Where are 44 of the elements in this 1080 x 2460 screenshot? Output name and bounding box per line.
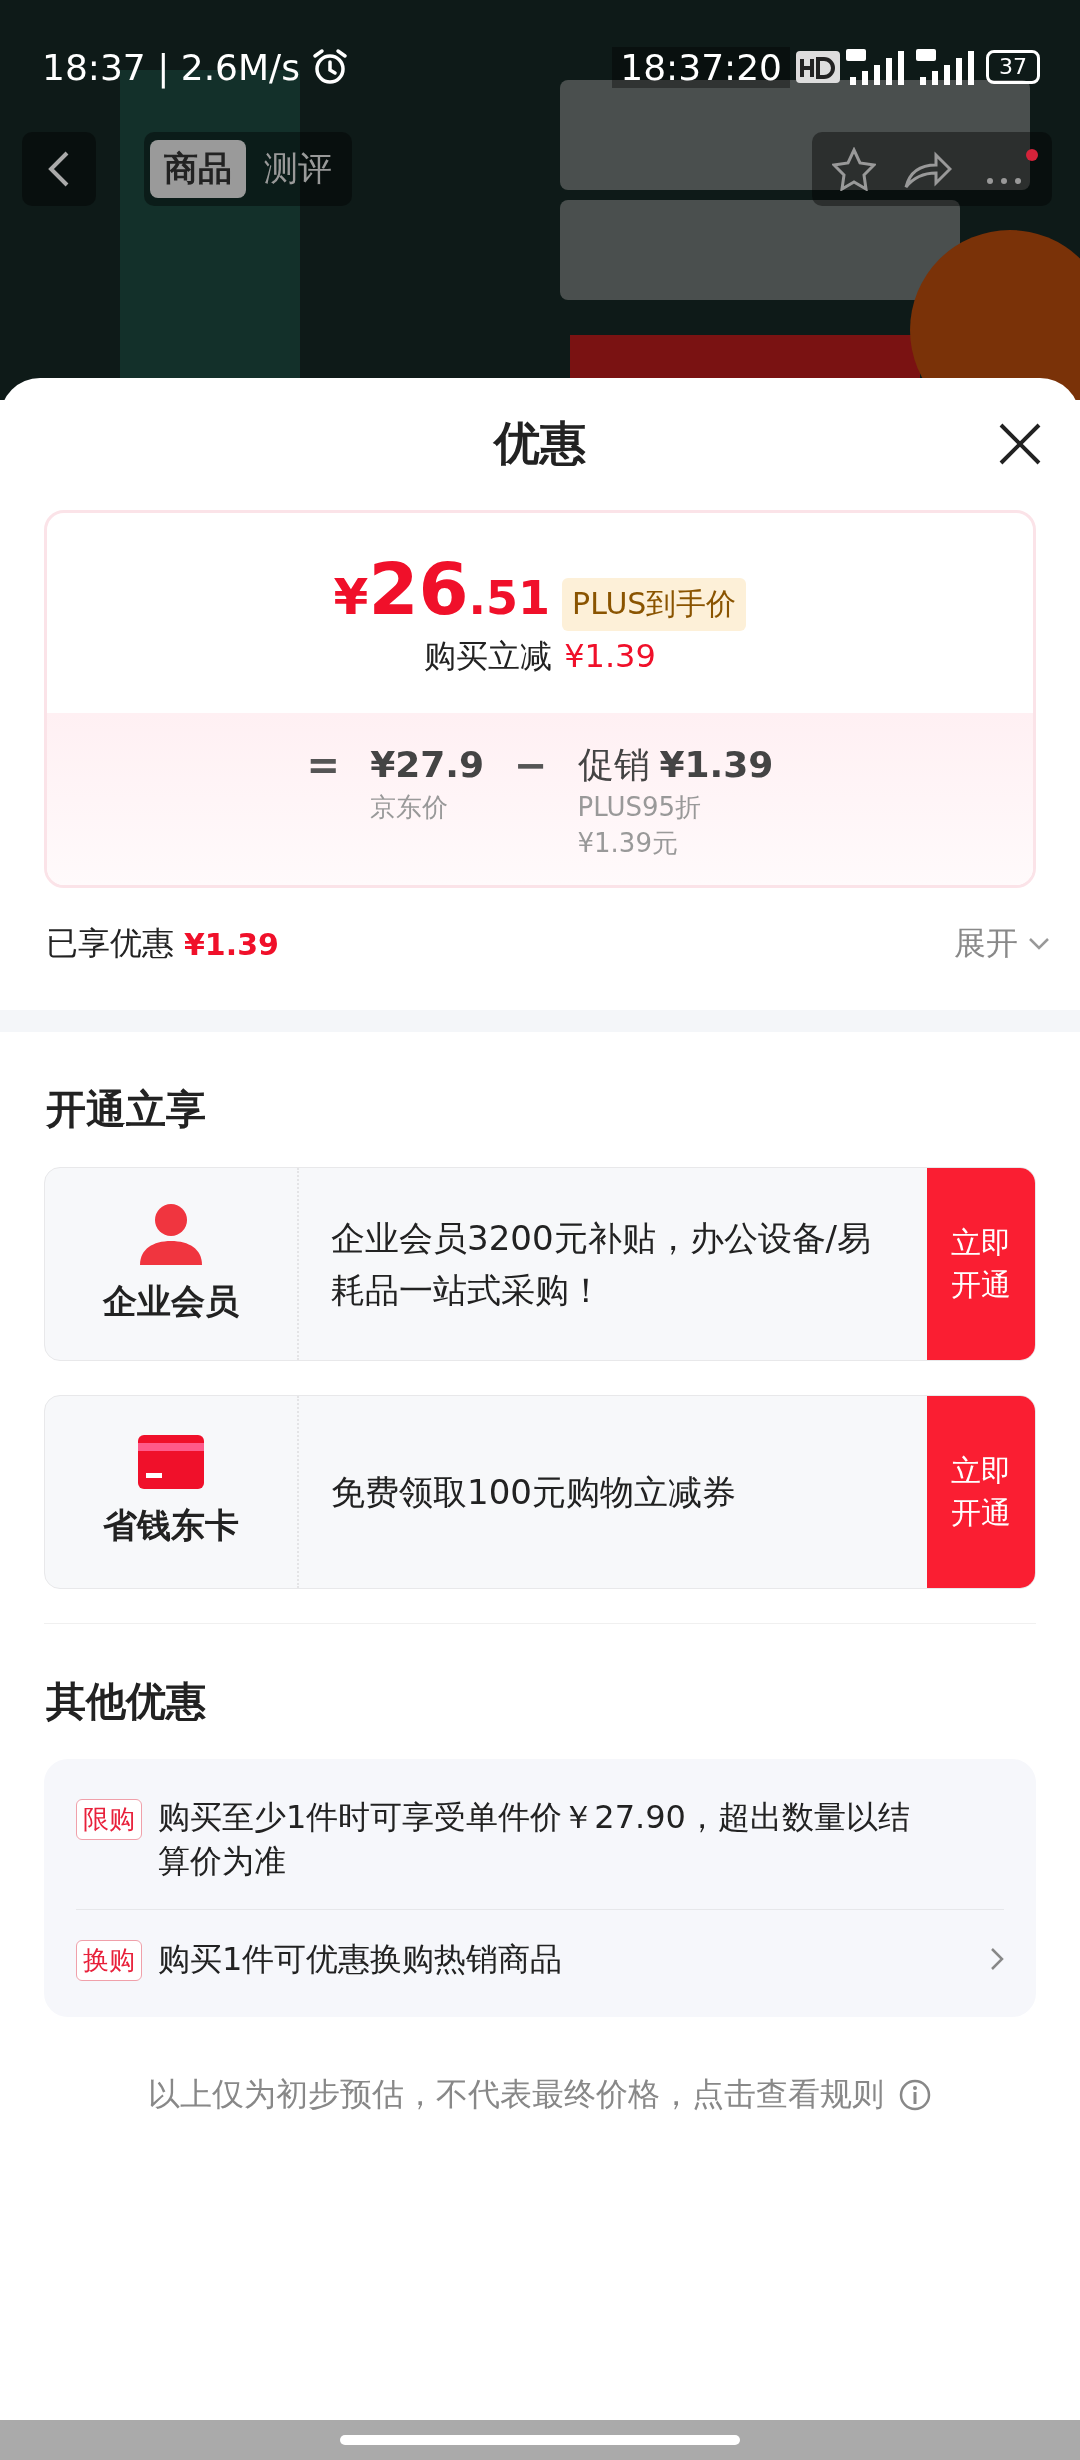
offer-tag: 限购 [76, 1799, 142, 1840]
breakdown-note: PLUS95折 [577, 791, 702, 824]
membership-name: 省钱东卡 [103, 1504, 239, 1547]
instant-discount-amount: ¥1.39 [564, 637, 656, 675]
operator-sign: − [514, 741, 548, 789]
hd-icon [796, 51, 840, 83]
person-icon [138, 1203, 204, 1265]
section-title: 开通立享 [45, 1085, 207, 1134]
clock-time: 18:37:20 [612, 46, 790, 88]
chevron-right-icon[interactable] [990, 1946, 1004, 1971]
section-title: 其他优惠 [45, 1677, 207, 1726]
instant-discount-label: 购买立减 [424, 636, 553, 677]
battery-indicator: 37 [986, 50, 1040, 84]
back-icon [47, 149, 71, 189]
operator-sign: = [306, 741, 341, 789]
final-price: ¥26.51 [333, 547, 551, 631]
tab[interactable]: 商品 [150, 140, 246, 198]
breakdown-note: 京东价 [370, 791, 450, 824]
close-icon[interactable] [998, 422, 1042, 466]
offer-tag: 换购 [76, 1940, 142, 1981]
breakdown-label: 促销 [577, 743, 650, 787]
chevron-icon [1028, 937, 1050, 951]
enjoyed-amount: ¥1.39 [184, 926, 279, 962]
breakdown-note: ¥1.39元 [577, 827, 679, 860]
info-icon[interactable] [898, 2078, 932, 2112]
tab[interactable]: 测评 [250, 140, 346, 198]
activate-button[interactable]: 立即开通 [927, 1168, 1035, 1360]
offer-text[interactable]: 购买1件可优惠换购热销商品 [158, 1936, 974, 1981]
star-icon[interactable] [832, 147, 876, 191]
breakdown-amount: ¥27.9 [370, 743, 484, 787]
expand-toggle[interactable]: 展开 [954, 922, 1050, 966]
activate-button[interactable]: 立即开通 [927, 1396, 1035, 1588]
plus-price-tag: PLUS到手价 [562, 578, 747, 631]
back-button[interactable] [22, 132, 96, 206]
membership-name: 企业会员 [103, 1280, 239, 1323]
status-time: 18:37 | 2.6M/s [42, 46, 300, 88]
sheet-title: 优惠 [494, 415, 586, 472]
card-icon [138, 1435, 204, 1489]
offer-text: 购买至少1件时可享受单件价￥27.90，超出数量以结算价为准 [158, 1797, 911, 1882]
enjoyed-label: 已享优惠 [46, 923, 174, 964]
membership-description: 企业会员3200元补贴，办公设备/易耗品一站式采购！ [330, 1217, 872, 1312]
rules-link[interactable]: 以上仅为初步预估，不代表最终价格，点击查看规则 [148, 2073, 884, 2117]
breakdown-amount: ¥1.39 [659, 743, 774, 787]
membership-description: 免费领取100元购物立减券 [330, 1471, 737, 1514]
